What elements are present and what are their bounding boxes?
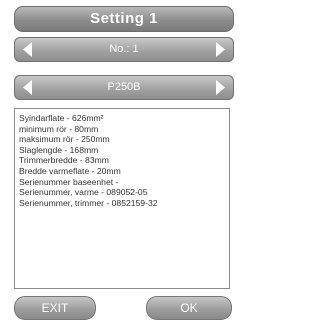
info-line: minimum rör - 80mm [19, 123, 99, 134]
page-title: Setting 1 [14, 6, 234, 32]
exit-button[interactable]: EXIT [14, 296, 96, 320]
ok-button[interactable]: OK [146, 296, 232, 320]
arrow-left-icon[interactable] [17, 76, 41, 99]
arrow-left-icon[interactable] [17, 38, 41, 61]
info-line: Trimmerbredde - 83mm [19, 155, 109, 166]
model-selector: P250B [14, 75, 234, 100]
number-selector: No.: 1 [14, 37, 234, 62]
info-line: Serienummer baseenhet - [19, 176, 119, 187]
arrow-right-icon[interactable] [207, 38, 231, 61]
arrow-right-icon[interactable] [207, 76, 231, 99]
info-line: Slaglengde - 168mm [19, 144, 99, 155]
device-screen: Setting 1 No.: 1 P250B Syindarflate - 62… [0, 0, 246, 323]
info-line: Bredde varmeflate - 20mm [19, 165, 121, 176]
number-selector-value: No.: 1 [109, 43, 139, 55]
info-line: maksimum rör - 250mm [19, 134, 110, 145]
info-line: Serienummer, trimmer - 0852159-32 [19, 197, 158, 208]
info-line: Serienummer, varme - 089052-05 [19, 187, 148, 198]
info-line: Syindarflate - 626mm² [19, 113, 104, 123]
model-selector-value: P250B [107, 81, 141, 93]
settings-info-panel: Syindarflate - 626mm² minimum rör - 80mm… [14, 108, 230, 289]
